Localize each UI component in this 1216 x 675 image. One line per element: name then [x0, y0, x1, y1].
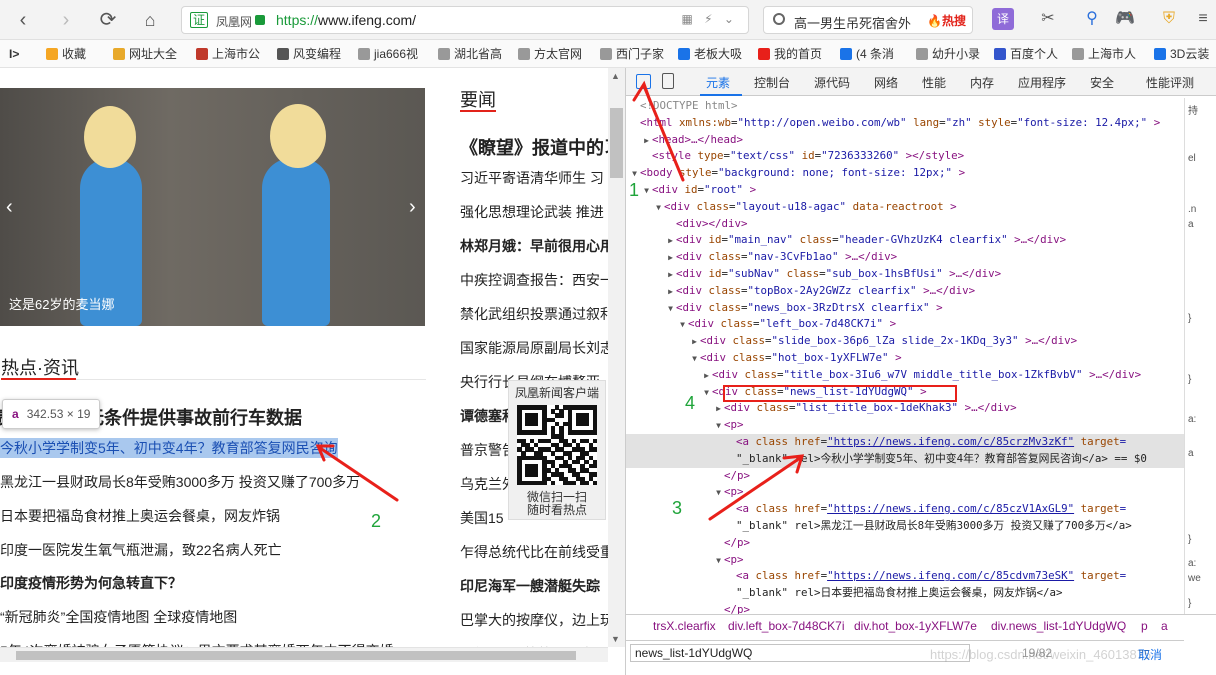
screen: ‹ › ⟳ ⌂ 证 凤凰网 https://www.ifeng.com/ ▦ ⚡… [0, 0, 1216, 675]
step-number-1: 1 [629, 180, 640, 200]
annotation-overlay [315, 80, 805, 521]
step-number-4: 4 [685, 393, 696, 413]
arrow-3 [708, 456, 802, 521]
watermark: https://blog.csdn.net/weixin_46013875 [930, 647, 1152, 662]
step-number-3: 3 [672, 498, 683, 518]
arrowhead-1 [632, 80, 652, 103]
step-number-2: 2 [371, 511, 382, 531]
arrow-2 [318, 446, 399, 502]
highlight-box [723, 385, 957, 402]
